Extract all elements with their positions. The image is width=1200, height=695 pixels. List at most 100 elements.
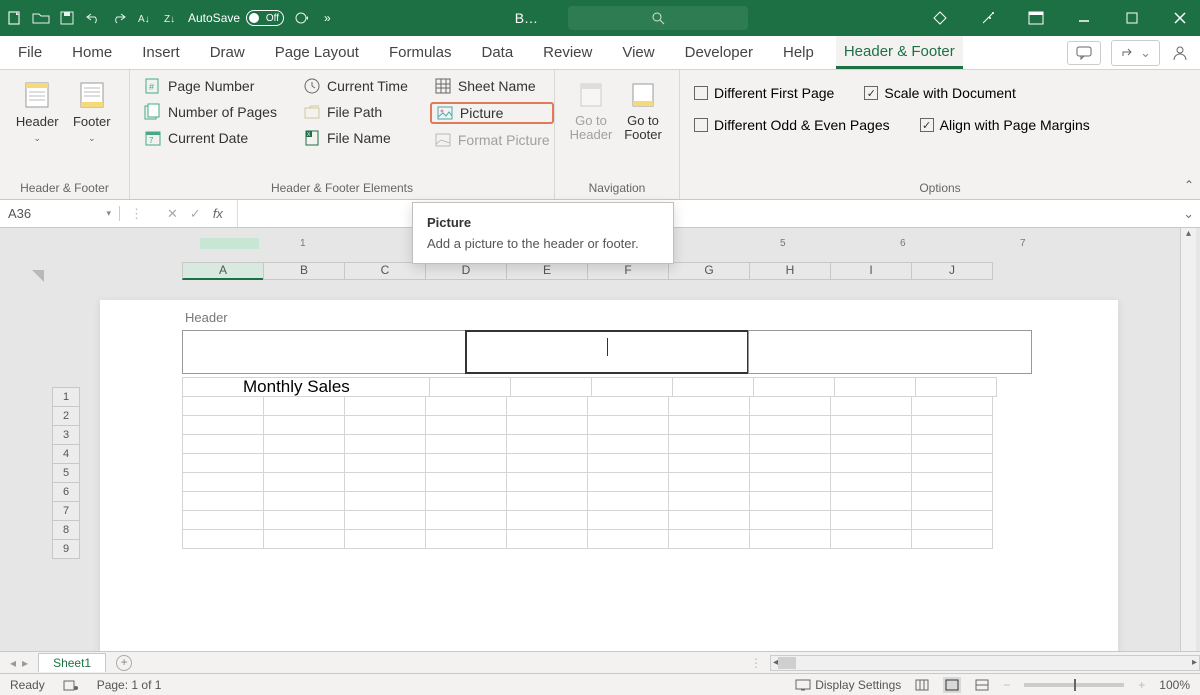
sort-asc-icon[interactable]: A↓ <box>136 9 154 27</box>
name-box[interactable]: A36▾ <box>0 206 120 221</box>
tab-header-footer[interactable]: Header & Footer <box>836 36 963 69</box>
tab-insert[interactable]: Insert <box>134 36 188 69</box>
align-margins-checkbox[interactable]: ✓Align with Page Margins <box>916 116 1094 134</box>
tab-file[interactable]: File <box>10 36 50 69</box>
view-normal-icon[interactable] <box>915 679 929 691</box>
zoom-slider[interactable] <box>1024 683 1124 687</box>
save-icon[interactable] <box>58 9 76 27</box>
diff-odd-even-checkbox[interactable]: Different Odd & Even Pages <box>690 116 894 134</box>
col-header-d[interactable]: D <box>425 262 507 280</box>
row-header-6[interactable]: 6 <box>52 482 80 502</box>
tab-help[interactable]: Help <box>775 36 822 69</box>
zoom-out-button[interactable]: − <box>1003 678 1010 692</box>
col-header-a[interactable]: A <box>182 262 264 280</box>
file-name-button[interactable]: XFile Name <box>299 128 412 148</box>
cancel-formula-icon[interactable]: ✕ <box>167 206 178 222</box>
row-header-3[interactable]: 3 <box>52 425 80 445</box>
sheet-name-button[interactable]: Sheet Name <box>430 76 554 96</box>
page-number-button[interactable]: #Page Number <box>140 76 281 96</box>
col-header-f[interactable]: F <box>587 262 669 280</box>
wand-icon[interactable] <box>974 4 1002 32</box>
search-box[interactable] <box>568 6 748 30</box>
number-of-pages-button[interactable]: Number of Pages <box>140 102 281 122</box>
sort-desc-icon[interactable]: Z↓ <box>162 9 180 27</box>
tab-page-layout[interactable]: Page Layout <box>267 36 367 69</box>
display-settings-button[interactable]: Display Settings <box>795 678 901 692</box>
group-label-nav: Navigation <box>565 181 669 197</box>
close-button[interactable] <box>1166 4 1194 32</box>
redo-icon[interactable] <box>110 9 128 27</box>
expand-formula-bar-icon[interactable]: ⌄ <box>1183 206 1194 222</box>
current-date-button[interactable]: 7Current Date <box>140 128 281 148</box>
tab-data[interactable]: Data <box>473 36 521 69</box>
col-header-i[interactable]: I <box>830 262 912 280</box>
header-edit-row <box>183 330 1032 374</box>
col-header-h[interactable]: H <box>749 262 831 280</box>
minimize-button[interactable] <box>1070 4 1098 32</box>
sheet-nav-prev[interactable]: ◂ <box>10 656 16 670</box>
tab-draw[interactable]: Draw <box>202 36 253 69</box>
ribbon-tabs: File Home Insert Draw Page Layout Formul… <box>0 36 1200 70</box>
view-page-layout-icon[interactable] <box>943 677 961 693</box>
current-time-button[interactable]: Current Time <box>299 76 412 96</box>
header-center-section[interactable] <box>465 330 749 374</box>
tab-formulas[interactable]: Formulas <box>381 36 460 69</box>
view-page-break-icon[interactable] <box>975 679 989 691</box>
tab-view[interactable]: View <box>614 36 662 69</box>
undo-icon[interactable] <box>84 9 102 27</box>
zoom-in-button[interactable]: + <box>1138 678 1145 692</box>
sheet-tab-bar: ◂▸ Sheet1 + ⋮ ◂▸ <box>0 651 1200 673</box>
add-sheet-button[interactable]: + <box>116 655 132 671</box>
row-header-7[interactable]: 7 <box>52 501 80 521</box>
macro-record-icon[interactable] <box>63 678 79 692</box>
group-label-options: Options <box>690 181 1190 197</box>
col-header-e[interactable]: E <box>506 262 588 280</box>
comments-button[interactable] <box>1067 41 1101 65</box>
select-all-triangle[interactable] <box>32 270 44 282</box>
scale-with-doc-checkbox[interactable]: ✓Scale with Document <box>860 84 1020 102</box>
repeat-icon[interactable] <box>292 9 310 27</box>
autosave-toggle[interactable]: AutoSave Off <box>188 10 284 26</box>
col-header-j[interactable]: J <box>911 262 993 280</box>
tab-review[interactable]: Review <box>535 36 600 69</box>
row-header-4[interactable]: 4 <box>52 444 80 464</box>
vertical-scrollbar[interactable]: ▴ <box>1180 228 1196 651</box>
cell-a1[interactable]: Monthly Sales <box>182 377 430 397</box>
diff-first-page-checkbox[interactable]: Different First Page <box>690 84 838 102</box>
column-headers: A B C D E F G H I J <box>183 262 993 280</box>
tab-home[interactable]: Home <box>64 36 120 69</box>
row-header-1[interactable]: 1 <box>52 387 80 407</box>
open-file-icon[interactable] <box>32 9 50 27</box>
horizontal-scrollbar[interactable]: ◂▸ <box>770 655 1200 671</box>
account-icon[interactable] <box>1170 43 1190 63</box>
goto-footer-button[interactable]: Go to Footer <box>617 74 669 181</box>
tab-developer[interactable]: Developer <box>677 36 761 69</box>
header-right-section[interactable] <box>748 330 1032 374</box>
sheet-nav-next[interactable]: ▸ <box>22 656 28 670</box>
row-header-2[interactable]: 2 <box>52 406 80 426</box>
enter-formula-icon[interactable]: ✓ <box>190 206 201 222</box>
col-header-b[interactable]: B <box>263 262 345 280</box>
collapse-ribbon-icon[interactable]: ⌃ <box>1184 178 1194 192</box>
footer-button[interactable]: Footer ⌄ <box>65 74 120 181</box>
tooltip: Picture Add a picture to the header or f… <box>412 202 674 264</box>
maximize-button[interactable] <box>1118 4 1146 32</box>
qat-more[interactable]: » <box>318 11 337 25</box>
sheet-tab-sheet1[interactable]: Sheet1 <box>38 653 106 672</box>
col-header-g[interactable]: G <box>668 262 750 280</box>
fx-icon[interactable]: fx <box>213 206 223 221</box>
diamond-icon[interactable] <box>926 4 954 32</box>
row-header-5[interactable]: 5 <box>52 463 80 483</box>
share-button[interactable]: ⌄ <box>1111 40 1160 66</box>
new-file-icon[interactable] <box>6 9 24 27</box>
row-header-9[interactable]: 9 <box>52 539 80 559</box>
col-header-c[interactable]: C <box>344 262 426 280</box>
picture-button[interactable]: Picture <box>430 102 554 124</box>
header-left-section[interactable] <box>182 330 466 374</box>
zoom-level[interactable]: 100% <box>1159 678 1190 692</box>
format-picture-button: Format Picture <box>430 130 554 150</box>
ribbon-mode-icon[interactable] <box>1022 4 1050 32</box>
file-path-button[interactable]: File Path <box>299 102 412 122</box>
row-header-8[interactable]: 8 <box>52 520 80 540</box>
header-button[interactable]: Header ⌄ <box>10 74 65 181</box>
